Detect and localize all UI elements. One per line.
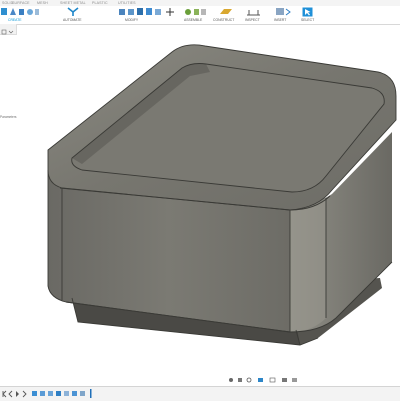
timeline-start-icon[interactable] <box>2 390 7 398</box>
timeline-marker[interactable] <box>90 389 92 398</box>
zoom-icon[interactable] <box>246 377 252 383</box>
timeline-feature-icon[interactable] <box>64 391 69 396</box>
timeline-back-icon[interactable] <box>8 390 13 398</box>
pan-icon[interactable] <box>238 378 242 382</box>
orbit-icon[interactable] <box>229 378 233 382</box>
timeline-feature-icon[interactable] <box>48 391 53 396</box>
grid-icon[interactable] <box>269 377 276 383</box>
timeline-feature-icon[interactable] <box>32 391 37 396</box>
timeline-bar <box>0 386 400 401</box>
display-settings-icon[interactable] <box>258 378 263 382</box>
model-viewport[interactable] <box>0 0 400 400</box>
navigation-bar <box>229 377 297 383</box>
timeline-feature-icon[interactable] <box>72 391 77 396</box>
timeline-forward-icon[interactable] <box>22 390 27 398</box>
timeline-play-icon[interactable] <box>16 391 19 397</box>
timeline-feature-icon[interactable] <box>40 391 45 396</box>
timeline-feature-icon[interactable] <box>80 391 85 396</box>
timeline-feature-icon[interactable] <box>56 391 61 396</box>
